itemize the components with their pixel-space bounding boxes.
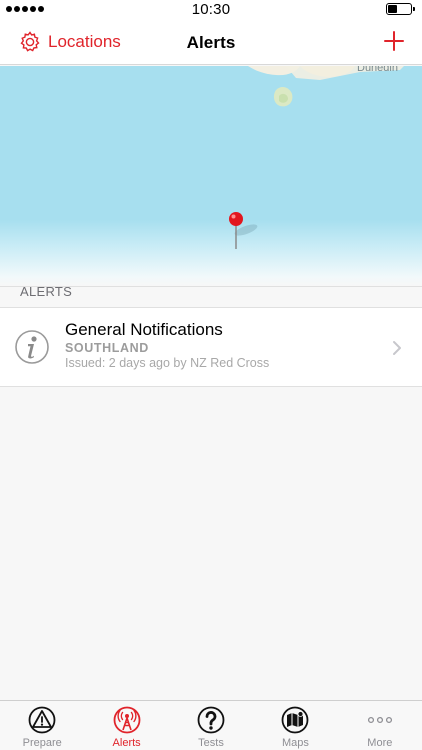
question-icon [197, 706, 225, 739]
tab-label: Tests [198, 737, 224, 749]
location-pin-icon [229, 212, 243, 226]
chevron-right-icon [392, 340, 402, 361]
tab-bar: Prepare Alerts Tests Maps More [0, 700, 422, 750]
navigation-bar: Locations Alerts [0, 20, 422, 65]
info-icon [14, 329, 50, 370]
tab-prepare[interactable]: Prepare [0, 701, 84, 750]
status-bar: 10:30 [0, 0, 422, 20]
alert-title: General Notifications [65, 320, 223, 339]
add-icon[interactable] [384, 31, 404, 56]
tab-alerts[interactable]: Alerts [84, 701, 168, 750]
map-land-shapes [229, 66, 404, 249]
section-header-label: ALERTS [20, 284, 73, 299]
tab-more[interactable]: More [338, 701, 422, 750]
map-place-label: Dunedin [357, 66, 398, 74]
tab-label: Alerts [112, 737, 141, 749]
alert-region: SOUTHLAND [65, 341, 149, 355]
tab-label: Maps [281, 737, 309, 749]
status-time: 10:30 [191, 1, 231, 18]
tab-label: More [367, 737, 393, 749]
tab-tests[interactable]: Tests [169, 701, 253, 750]
battery-icon [386, 3, 415, 15]
tab-maps[interactable]: Maps [253, 701, 337, 750]
alerts-tower-icon [113, 706, 141, 739]
map-book-icon [281, 706, 309, 739]
alert-list-item[interactable]: General Notifications SOUTHLAND Issued: … [0, 307, 422, 387]
page-title: Alerts [186, 33, 236, 52]
more-dots-icon [366, 706, 394, 739]
prepare-icon [28, 706, 56, 739]
alert-issued-text: Issued: 2 days ago by NZ Red Cross [65, 356, 270, 370]
alerts-section-header: ALERTS [0, 284, 422, 307]
tab-label: Prepare [22, 737, 62, 749]
map-view[interactable]: Dunedin [0, 66, 422, 286]
